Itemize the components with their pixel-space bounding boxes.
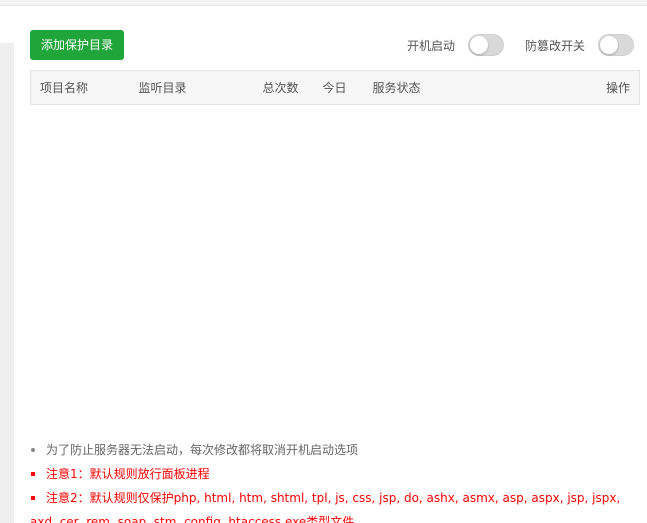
tamper-toggle-group: 防篡改开关 [525, 34, 635, 56]
note-item: 为了防止服务器无法启动，每次修改都将取消开机启动选项 [30, 438, 640, 462]
tamper-switch-label: 防篡改开关 [525, 38, 586, 53]
note-item: 注意2：默认规则仅保护php, html, htm, shtml, tpl, j… [30, 486, 640, 523]
note-text: 为了防止服务器无法启动，每次修改都将取消开机启动选项 [46, 443, 359, 457]
top-divider [0, 0, 647, 6]
note-item: 注意1：默认规则放行面板进程 [30, 462, 640, 486]
protected-directory-table: 项目名称 监听目录 总次数 今日 服务状态 操作 [30, 70, 640, 105]
table-header-row: 项目名称 监听目录 总次数 今日 服务状态 操作 [30, 70, 640, 105]
column-header-today: 今日 [313, 70, 364, 105]
notes-list: 为了防止服务器无法启动，每次修改都将取消开机启动选项 注意1：默认规则放行面板进… [30, 438, 640, 523]
column-header-actions: 操作 [563, 70, 640, 105]
boot-start-switch[interactable] [468, 34, 505, 56]
column-header-project-name: 项目名称 [30, 70, 130, 105]
tamper-protection-panel: 添加保护目录 开机启动 防篡改开关 项目名称 监听目录 总次数 今日 服务状态 … [0, 0, 647, 523]
boot-start-toggle-group: 开机启动 [407, 34, 505, 56]
left-sidebar-edge [0, 43, 14, 523]
column-header-service-status: 服务状态 [363, 70, 564, 105]
tamper-switch[interactable] [598, 34, 635, 56]
bullet-dot-icon [31, 448, 35, 452]
note-text: 注意1：默认规则放行面板进程 [46, 467, 210, 481]
boot-start-label: 开机启动 [407, 38, 456, 53]
directory-list-table: 项目名称 监听目录 总次数 今日 服务状态 操作 [30, 70, 640, 105]
column-header-total-count: 总次数 [253, 70, 314, 105]
note-text: 注意2：默认规则仅保护php, html, htm, shtml, tpl, j… [30, 491, 621, 523]
switch-knob [470, 36, 489, 54]
switch-knob [600, 36, 619, 54]
bullet-square-icon [31, 472, 35, 476]
toolbar: 添加保护目录 开机启动 防篡改开关 [30, 30, 635, 60]
bullet-square-icon [31, 496, 35, 500]
add-protected-directory-button[interactable]: 添加保护目录 [30, 30, 124, 60]
column-header-watch-directory: 监听目录 [129, 70, 254, 105]
